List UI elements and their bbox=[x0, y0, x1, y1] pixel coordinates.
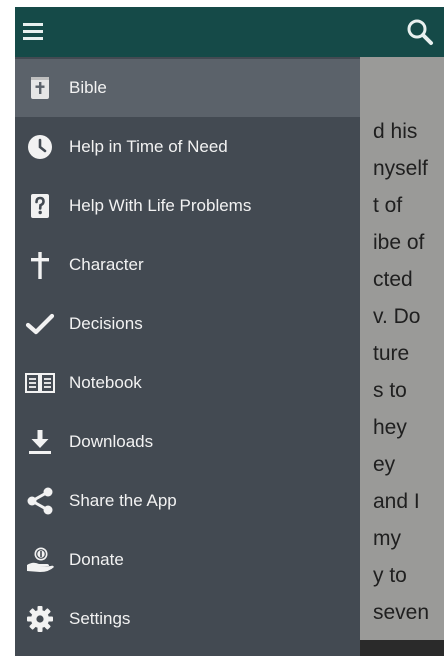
reading-line: and I bbox=[373, 490, 420, 513]
reading-line: y to bbox=[373, 564, 407, 587]
menu-item-label: Bible bbox=[69, 78, 107, 97]
menu-item-downloads[interactable]: Downloads bbox=[15, 413, 360, 471]
reading-line: nyself bbox=[373, 157, 428, 180]
search-icon[interactable] bbox=[404, 16, 436, 48]
clock-icon bbox=[25, 132, 55, 162]
menu-item-label: Share the App bbox=[69, 491, 177, 510]
menu-item-donate[interactable]: Donate bbox=[15, 531, 360, 589]
hamburger-icon[interactable] bbox=[23, 21, 43, 43]
reading-line: my bbox=[373, 527, 401, 550]
reading-line: s to bbox=[373, 379, 407, 402]
menu-item-label: Decisions bbox=[69, 314, 143, 333]
reading-line: seven bbox=[373, 601, 430, 624]
menu-item-label: Downloads bbox=[69, 432, 154, 451]
menu-item-decisions[interactable]: Decisions bbox=[15, 295, 360, 353]
checkmark-icon bbox=[25, 309, 55, 339]
bible-icon bbox=[25, 73, 55, 103]
question-icon bbox=[25, 191, 55, 221]
reading-line: ey bbox=[373, 453, 396, 476]
gear-icon bbox=[25, 604, 55, 634]
menu-item-label: Help With Life Problems bbox=[69, 196, 252, 215]
menu-item-label: Donate bbox=[69, 550, 124, 569]
reading-line: hey bbox=[373, 416, 407, 439]
menu-item-label: Help in Time of Need bbox=[69, 137, 228, 156]
menu-item-share-the-app[interactable]: Share the App bbox=[15, 472, 360, 530]
app-toolbar bbox=[15, 7, 444, 57]
menu-item-help-with-life-problems[interactable]: Help With Life Problems bbox=[15, 177, 360, 235]
menu-item-label: Settings bbox=[69, 609, 131, 628]
cross-icon bbox=[25, 250, 55, 280]
menu-item-help-in-time-of-need[interactable]: Help in Time of Need bbox=[15, 118, 360, 176]
reading-line: d his bbox=[373, 120, 418, 143]
menu-item-settings[interactable]: Settings bbox=[15, 590, 360, 648]
reading-line: cted bbox=[373, 268, 413, 291]
reading-line: ture bbox=[373, 342, 410, 365]
donate-icon bbox=[25, 545, 55, 575]
menu-item-notebook[interactable]: Notebook bbox=[15, 354, 360, 412]
download-icon bbox=[25, 427, 55, 457]
notebook-icon bbox=[25, 368, 55, 398]
reading-line: ibe of bbox=[373, 231, 425, 254]
menu-item-character[interactable]: Character bbox=[15, 236, 360, 294]
menu-item-label: Notebook bbox=[69, 373, 142, 392]
menu-item-bible[interactable]: Bible bbox=[15, 59, 360, 117]
share-icon bbox=[25, 486, 55, 516]
menu-item-label: Character bbox=[69, 255, 144, 274]
navigation-drawer: Bible Help in Time of Need Help With Lif… bbox=[15, 57, 360, 656]
reading-line: v. Do bbox=[373, 305, 421, 328]
reading-line: t of bbox=[373, 194, 403, 217]
